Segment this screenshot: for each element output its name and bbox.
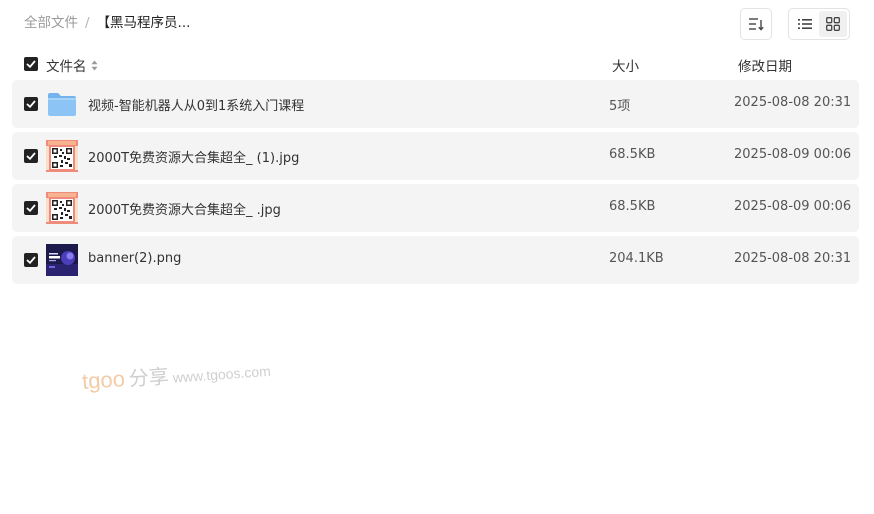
column-header-date[interactable]: 修改日期 — [738, 55, 792, 75]
column-header-name[interactable]: 文件名 — [46, 55, 98, 75]
check-icon — [26, 60, 36, 68]
watermark-url: www.tgoos.com — [172, 362, 272, 386]
file-row[interactable]: 2000T免费资源大合集超全_ (1).jpg 68.5KB 2025-08-0… — [12, 132, 859, 180]
file-date: 2025-08-09 00:06 — [734, 199, 852, 214]
view-toggle — [788, 8, 850, 40]
check-icon — [26, 152, 36, 160]
qr-code-image-thumbnail — [46, 140, 78, 172]
file-name[interactable]: 2000T免费资源大合集超全_ (1).jpg — [88, 147, 299, 166]
file-size: 68.5KB — [609, 199, 656, 214]
breadcrumb-separator: / — [85, 15, 90, 31]
check-icon — [26, 100, 36, 108]
row-checkbox[interactable] — [24, 97, 38, 111]
column-header-size[interactable]: 大小 — [612, 55, 639, 75]
table-header: 文件名 大小 修改日期 — [12, 52, 859, 76]
watermark-brand: tgoo — [81, 366, 126, 394]
qr-code-image-thumbnail — [46, 192, 78, 224]
list-view-button[interactable] — [791, 11, 819, 37]
grid-view-icon — [826, 17, 840, 31]
file-size: 5项 — [609, 99, 631, 114]
check-icon — [26, 256, 36, 264]
file-row[interactable]: banner(2).png 204.1KB 2025-08-08 20:31 — [12, 236, 859, 284]
row-checkbox[interactable] — [24, 253, 38, 267]
file-date: 2025-08-08 20:31 — [734, 95, 852, 110]
file-date: 2025-08-09 00:06 — [734, 147, 852, 162]
file-size: 68.5KB — [609, 147, 656, 162]
file-date: 2025-08-08 20:31 — [734, 251, 852, 266]
select-all-checkbox[interactable] — [24, 57, 38, 71]
breadcrumb: 全部文件 / 【黑马程序员... — [24, 14, 190, 32]
watermark-cn: 分享 — [127, 363, 170, 391]
folder-icon — [46, 88, 78, 120]
breadcrumb-root[interactable]: 全部文件 — [24, 14, 78, 32]
file-name[interactable]: banner(2).png — [88, 251, 181, 266]
grid-view-button[interactable] — [819, 11, 847, 37]
file-name[interactable]: 2000T免费资源大合集超全_ .jpg — [88, 199, 281, 218]
row-checkbox[interactable] — [24, 149, 38, 163]
row-checkbox[interactable] — [24, 201, 38, 215]
file-size: 204.1KB — [609, 251, 664, 266]
sort-arrows-icon — [91, 60, 97, 70]
top-bar: 全部文件 / 【黑马程序员... — [0, 0, 874, 48]
check-icon — [26, 204, 36, 212]
sort-button[interactable] — [740, 8, 772, 40]
file-name[interactable]: 视频-智能机器人从0到1系统入门课程 — [88, 95, 304, 114]
column-name-label: 文件名 — [46, 59, 87, 75]
file-row[interactable]: 视频-智能机器人从0到1系统入门课程 5项 2025-08-08 20:31 — [12, 80, 859, 128]
list-view-icon — [798, 19, 812, 29]
breadcrumb-current: 【黑马程序员... — [96, 15, 191, 31]
banner-image-thumbnail — [46, 244, 78, 276]
sort-icon — [749, 18, 764, 31]
file-row[interactable]: 2000T免费资源大合集超全_ .jpg 68.5KB 2025-08-09 0… — [12, 184, 859, 232]
watermark: tgoo 分享 www.tgoos.com — [81, 353, 271, 395]
